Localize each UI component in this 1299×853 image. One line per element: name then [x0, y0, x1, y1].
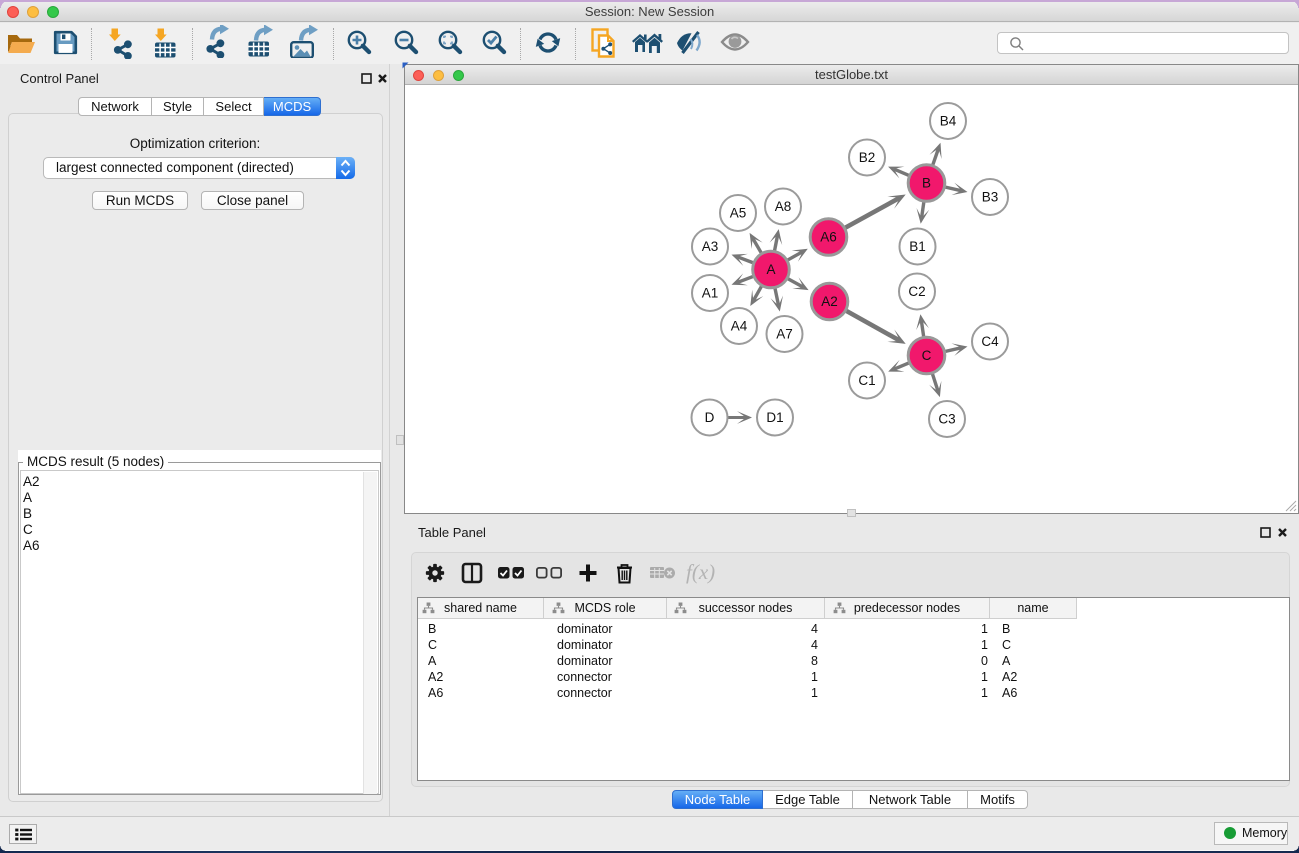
svg-text:A2: A2: [821, 294, 838, 309]
svg-text:C1: C1: [858, 373, 875, 388]
svg-text:A6: A6: [820, 230, 837, 245]
svg-text:C2: C2: [908, 284, 925, 299]
svg-text:A5: A5: [730, 206, 747, 221]
svg-text:C4: C4: [981, 334, 999, 349]
svg-text:A1: A1: [702, 286, 719, 301]
svg-text:D: D: [705, 410, 715, 425]
svg-text:A4: A4: [731, 319, 748, 334]
svg-text:C3: C3: [938, 412, 955, 427]
svg-text:B1: B1: [909, 239, 926, 254]
svg-text:A: A: [766, 262, 775, 277]
svg-text:D1: D1: [766, 410, 783, 425]
svg-text:A3: A3: [702, 239, 719, 254]
svg-text:B2: B2: [859, 150, 876, 165]
svg-text:A7: A7: [776, 327, 793, 342]
svg-text:A8: A8: [775, 199, 792, 214]
svg-text:B4: B4: [940, 114, 957, 129]
svg-text:C: C: [922, 348, 932, 363]
svg-text:B: B: [922, 176, 931, 191]
svg-text:B3: B3: [982, 190, 999, 205]
